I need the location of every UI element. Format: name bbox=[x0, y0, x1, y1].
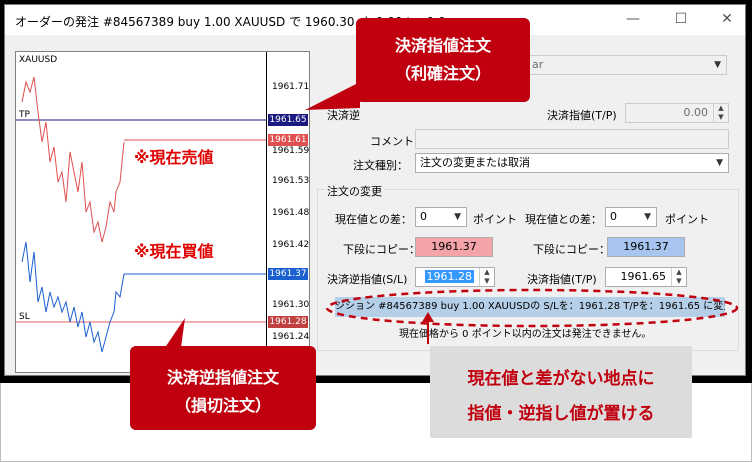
bid-note: ※現在売値 bbox=[134, 148, 214, 167]
stop-order-subtitle: （損切注文） bbox=[174, 396, 271, 415]
limit-order-callout: 決済指値注文 （利確注文） bbox=[356, 18, 530, 102]
stop-order-title: 決済逆指値注文 bbox=[166, 368, 279, 387]
limit-order-subtitle: （利確注文） bbox=[394, 64, 491, 83]
limit-order-title: 決済指値注文 bbox=[394, 36, 491, 55]
ask-note: ※現在買値 bbox=[134, 242, 214, 261]
explanation-box: 現在値と差がない地点に 指値・逆指し値が置ける bbox=[430, 346, 692, 438]
stop-order-callout: 決済逆指値注文 （損切注文） bbox=[130, 346, 316, 430]
explanation-line-2: 指値・逆指し値が置ける bbox=[467, 404, 655, 424]
explanation-line-1: 現在値と差がない地点に bbox=[467, 369, 655, 389]
